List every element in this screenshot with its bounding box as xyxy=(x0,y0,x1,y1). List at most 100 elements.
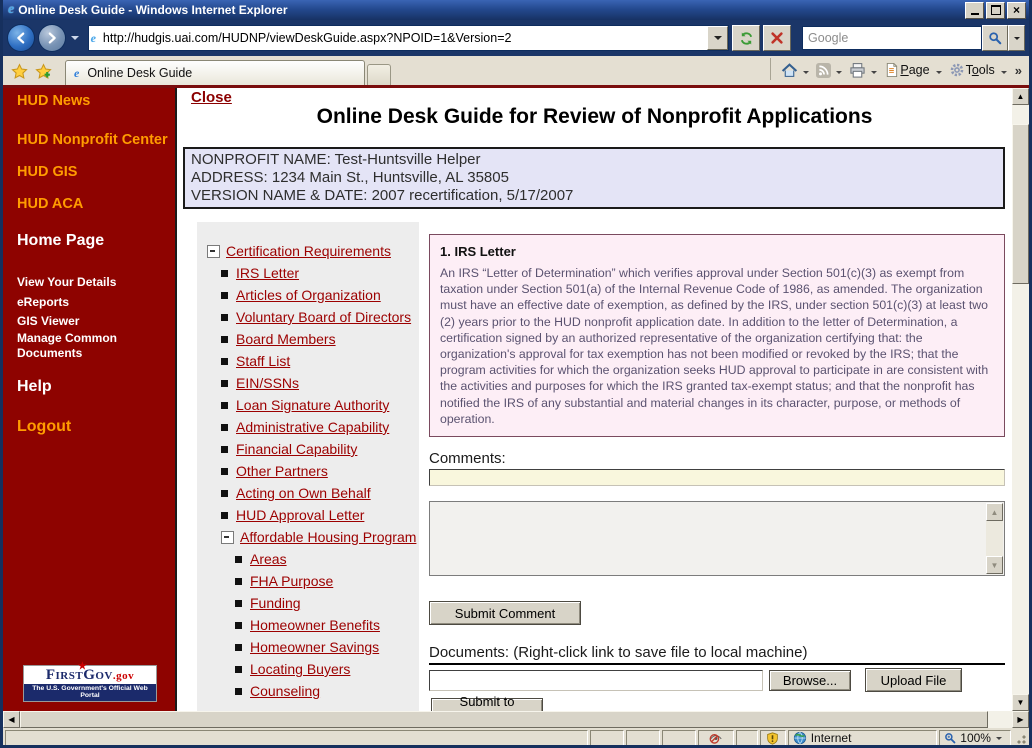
tree-node-staff-list[interactable]: Staff List xyxy=(236,353,290,369)
feeds-dropdown[interactable] xyxy=(836,71,842,77)
tree-node-affordable-housing[interactable]: Affordable Housing Program xyxy=(240,529,416,545)
sidebar-item-home-page[interactable]: Home Page xyxy=(17,232,104,250)
privacy-blocked-icon xyxy=(709,731,723,745)
sidebar-item-hud-nonprofit[interactable]: HUD Nonprofit Center xyxy=(17,132,168,148)
titlebar: e Online Desk Guide - Windows Internet E… xyxy=(3,0,1029,20)
collapse-icon[interactable] xyxy=(221,531,234,544)
textarea-scrollbar[interactable]: ▲ ▼ xyxy=(986,503,1003,574)
sidebar-item-logout[interactable]: Logout xyxy=(17,418,71,436)
documents-label: Documents: (Right-click link to save fil… xyxy=(429,644,807,661)
bullet-icon xyxy=(221,358,228,365)
tree-node-fha-purpose[interactable]: FHA Purpose xyxy=(250,573,333,589)
scroll-right-button[interactable]: ▶ xyxy=(1012,711,1029,728)
tree-node-ein-ssns[interactable]: EIN/SSNs xyxy=(236,375,299,391)
tree-node-certification-requirements[interactable]: Certification Requirements xyxy=(226,243,391,259)
forward-button[interactable] xyxy=(38,24,66,52)
tree-node-funding[interactable]: Funding xyxy=(250,595,301,611)
home-button[interactable] xyxy=(779,59,800,81)
sidebar-item-gis-viewer[interactable]: GIS Viewer xyxy=(17,314,147,329)
vertical-scrollbar[interactable]: ▲ ▼ xyxy=(1012,88,1029,711)
horizontal-scroll-thumb[interactable] xyxy=(20,711,988,728)
favorites-button[interactable] xyxy=(7,59,31,83)
comments-input[interactable] xyxy=(429,469,1005,486)
tree-node-counseling[interactable]: Counseling xyxy=(250,683,320,699)
tools-menu-button[interactable]: ToolsTools xyxy=(947,59,998,81)
add-favorite-button[interactable] xyxy=(31,59,55,83)
scroll-up-icon[interactable]: ▲ xyxy=(986,503,1003,521)
submit-comment-button[interactable]: Submit Comment xyxy=(429,601,581,625)
scroll-down-button[interactable]: ▼ xyxy=(1012,694,1029,711)
tree-node-financial-capability[interactable]: Financial Capability xyxy=(236,441,357,457)
globe-icon xyxy=(793,731,807,745)
tree-node-areas[interactable]: Areas xyxy=(250,551,287,567)
tree-node-admin-capability[interactable]: Administrative Capability xyxy=(236,419,389,435)
browse-button[interactable]: Browse... xyxy=(769,670,851,691)
bullet-icon xyxy=(221,380,228,387)
search-button[interactable] xyxy=(982,25,1008,51)
zoom-dropdown[interactable] xyxy=(996,737,1002,743)
page-menu-dropdown[interactable] xyxy=(936,71,942,77)
tree-node-locating-buyers[interactable]: Locating Buyers xyxy=(250,661,350,677)
sidebar-item-hud-gis[interactable]: HUD GIS xyxy=(17,164,77,180)
back-button[interactable] xyxy=(7,24,35,52)
address-dropdown-button[interactable] xyxy=(707,26,728,50)
tree-node-other-partners[interactable]: Other Partners xyxy=(236,463,328,479)
submit-to-review-button[interactable]: Submit to Review xyxy=(431,698,543,711)
tree-node-irs-letter[interactable]: IRS Letter xyxy=(236,265,299,281)
comments-textarea[interactable]: ▲ ▼ xyxy=(429,501,1005,576)
resize-grip[interactable] xyxy=(1013,731,1027,745)
upload-file-button[interactable]: Upload File xyxy=(865,668,962,692)
chevron-down-icon xyxy=(1014,37,1020,43)
star-icon: ★ xyxy=(78,661,87,672)
vertical-scroll-thumb[interactable] xyxy=(1012,124,1029,284)
page-content: Close Online Desk Guide for Review of No… xyxy=(177,88,1012,711)
tools-menu-dropdown[interactable] xyxy=(1001,71,1007,77)
tree-node-homeowner-benefits[interactable]: Homeowner Benefits xyxy=(250,617,380,633)
sidebar-item-hud-news[interactable]: HUD News xyxy=(17,93,90,109)
search-input[interactable]: Google xyxy=(802,26,982,50)
bullet-icon xyxy=(235,556,242,563)
feeds-button[interactable] xyxy=(814,59,833,81)
collapse-icon[interactable] xyxy=(207,245,220,258)
tree-node-loan-signature[interactable]: Loan Signature Authority xyxy=(236,397,389,413)
bullet-icon xyxy=(221,292,228,299)
scroll-up-button[interactable]: ▲ xyxy=(1012,88,1029,105)
navigation-bar: e http://hudgis.uai.com/HUDNP/viewDeskGu… xyxy=(3,20,1029,56)
home-dropdown[interactable] xyxy=(803,71,809,77)
sidebar-item-ereports[interactable]: eReports xyxy=(17,295,147,310)
zoom-control[interactable]: 100% xyxy=(939,730,1011,746)
tree-node-acting-own-behalf[interactable]: Acting on Own Behalf xyxy=(236,485,371,501)
horizontal-scrollbar[interactable]: ◀ ▶ xyxy=(3,711,1029,728)
minimize-button[interactable] xyxy=(965,2,984,19)
sidebar-item-view-details[interactable]: View Your Details xyxy=(17,275,147,290)
bullet-icon xyxy=(221,336,228,343)
close-button[interactable]: × xyxy=(1007,2,1026,19)
search-dropdown-button[interactable] xyxy=(1008,25,1025,51)
recent-pages-dropdown[interactable] xyxy=(71,36,79,44)
close-page-link[interactable]: Close xyxy=(191,89,232,106)
print-button[interactable] xyxy=(847,59,868,81)
address-bar[interactable]: e http://hudgis.uai.com/HUDNP/viewDeskGu… xyxy=(88,25,730,51)
stop-button[interactable] xyxy=(763,25,791,51)
tree-node-hud-approval-letter[interactable]: HUD Approval Letter xyxy=(236,507,364,523)
scroll-down-icon[interactable]: ▼ xyxy=(986,556,1003,574)
scroll-left-button[interactable]: ◀ xyxy=(3,711,20,728)
toolbar-overflow-button[interactable]: » xyxy=(1015,63,1022,78)
restore-button[interactable] xyxy=(986,2,1005,19)
tab-online-desk-guide[interactable]: e Online Desk Guide xyxy=(65,60,365,85)
sidebar-item-hud-aca[interactable]: HUD ACA xyxy=(17,196,83,212)
new-tab-button[interactable] xyxy=(367,64,391,85)
sidebar-item-help[interactable]: Help xyxy=(17,378,52,396)
refresh-button[interactable] xyxy=(732,25,760,51)
tree-node-homeowner-savings[interactable]: Homeowner Savings xyxy=(250,639,379,655)
documents-divider xyxy=(429,663,1005,665)
print-dropdown[interactable] xyxy=(871,71,877,77)
address-input[interactable]: http://hudgis.uai.com/HUDNP/viewDeskGuid… xyxy=(100,31,708,45)
firstgov-logo[interactable]: ★ FirstGov.gov The U.S. Government's Off… xyxy=(23,665,157,702)
tree-node-articles[interactable]: Articles of Organization xyxy=(236,287,381,303)
tree-node-board-members[interactable]: Board Members xyxy=(236,331,336,347)
tree-node-voluntary-board[interactable]: Voluntary Board of Directors xyxy=(236,309,411,325)
file-path-input[interactable] xyxy=(429,670,763,691)
page-menu-button[interactable]: PPageage xyxy=(882,59,932,81)
sidebar-item-manage-docs[interactable]: Manage Common Documents xyxy=(17,331,147,361)
